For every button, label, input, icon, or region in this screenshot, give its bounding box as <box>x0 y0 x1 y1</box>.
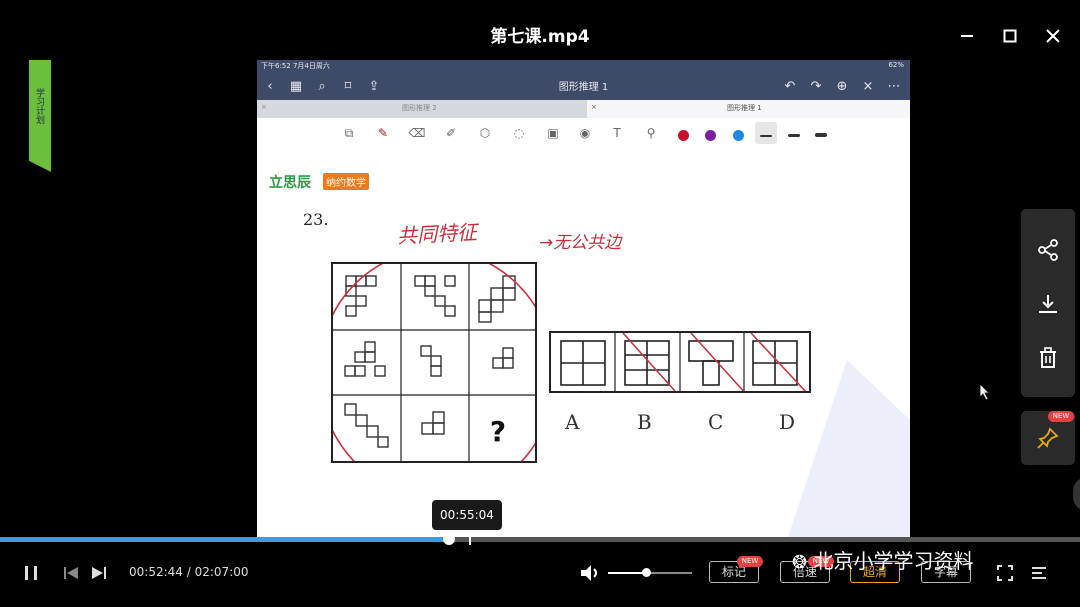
fullscreen-icon <box>997 565 1013 581</box>
question-number: 23. <box>303 210 329 229</box>
battery-level: 62% <box>888 61 904 69</box>
volume-icon <box>581 565 597 581</box>
puzzle-figures: ? <box>318 249 556 499</box>
tab-inactive-label: 图形推理 2 <box>402 104 437 112</box>
answer-options <box>549 331 811 396</box>
tab-active: × 图形推理 1 <box>587 100 910 118</box>
seek-hover-marker <box>468 533 471 545</box>
volume-level <box>608 572 646 574</box>
study-plan-label: 学习计划 <box>34 88 44 124</box>
download-icon <box>1039 295 1057 313</box>
study-plan-tab[interactable]: 学习计划 <box>29 60 51 172</box>
option-figures <box>560 332 808 396</box>
option-d-label: D <box>779 410 796 434</box>
more-icon: ⋯ <box>887 78 901 94</box>
pause-button[interactable] <box>20 562 42 584</box>
handwritten-note-2: →无公共边 <box>539 233 622 253</box>
add-page-icon: ⊕ <box>836 78 848 94</box>
seek-handle[interactable] <box>443 533 456 545</box>
total-time: 02:07:00 <box>194 565 249 579</box>
seek-preview-time: 00:55:04 <box>432 500 502 530</box>
minimize-button[interactable] <box>955 24 979 48</box>
share-button[interactable] <box>1021 225 1075 275</box>
brand-tag: 纳约数学 <box>323 173 369 190</box>
delete-button[interactable] <box>1021 333 1075 383</box>
brush-icon: ⚲ <box>646 126 656 140</box>
close-doc-icon: × <box>862 78 874 94</box>
fullscreen-button[interactable] <box>994 562 1016 584</box>
watermark: ❂ 北京小学学习资料 <box>792 545 973 574</box>
watermark-text: 北京小学学习资料 <box>813 549 974 573</box>
playlist-icon <box>1032 567 1046 579</box>
minimize-icon <box>961 35 973 37</box>
current-time: 00:52:44 <box>129 565 183 579</box>
side-scroll-button[interactable] <box>1073 477 1080 511</box>
undo-icon: ↶ <box>784 78 796 94</box>
pen-toolbar: ⧉ ✎ ⌫ ✐ ⬡ ◌ ▣ ◉ T ⚲ <box>257 118 910 148</box>
note-app-navbar: ‹ ▦ ⌕ ⌑ ⇪ 图形推理 1 ↶ ↷ ⊕ × ⋯ <box>257 72 910 100</box>
close-button[interactable] <box>1041 24 1065 48</box>
wechat-icon: ❂ <box>792 552 808 573</box>
time-display: 00:52:44 / 02:07:00 <box>129 565 249 579</box>
tab-close-icon: × <box>261 103 267 111</box>
image-icon: ▣ <box>547 126 559 140</box>
playlist-button[interactable] <box>1028 562 1050 584</box>
medium-line-icon <box>788 134 800 137</box>
next-icon <box>92 567 106 579</box>
share-icon <box>1038 239 1058 261</box>
select-icon: ⧉ <box>344 125 354 140</box>
pin-new-badge: NEW <box>1048 411 1074 422</box>
tab-inactive: × 图形推理 2 <box>257 100 587 118</box>
time-separator: / <box>186 565 191 579</box>
camera-icon: ◉ <box>579 126 591 140</box>
handwritten-note-1: 共同特征 <box>396 219 478 249</box>
lasso-icon: ◌ <box>513 126 525 140</box>
eraser-icon: ⌫ <box>408 126 426 140</box>
tab-active-label: 图形推理 1 <box>727 104 762 112</box>
window-title: 第七课.mp4 <box>490 27 590 47</box>
next-button[interactable] <box>89 562 109 584</box>
red-pen-swatch <box>678 130 689 141</box>
blue-pen-swatch <box>733 130 744 141</box>
document-tabs: × 图形推理 2 × 图形推理 1 <box>257 100 910 118</box>
tab-close-icon: × <box>591 103 597 111</box>
option-b-label: B <box>637 410 652 434</box>
maximize-button[interactable] <box>998 24 1022 48</box>
trash-icon <box>1040 347 1056 368</box>
text-icon: T <box>613 126 621 140</box>
shapes-icon: ⬡ <box>479 126 491 140</box>
puzzle-grid: ? <box>318 249 556 499</box>
thin-line-icon <box>760 135 772 137</box>
thick-line-icon <box>815 133 827 137</box>
option-c-label: C <box>708 410 724 434</box>
previous-icon <box>64 567 78 579</box>
bookmark-new-badge: NEW <box>737 556 763 567</box>
download-button[interactable] <box>1021 279 1075 329</box>
pen-icon: ✎ <box>377 126 389 140</box>
volume-handle[interactable] <box>641 568 651 577</box>
seek-bar-progress <box>0 537 450 542</box>
video-frame[interactable]: 下午6:52 7月4日周六 62% ‹ ▦ ⌕ ⌑ ⇪ 图形推理 1 ↶ ↷ ⊕… <box>257 60 910 540</box>
thin-line-selected <box>755 122 777 144</box>
pin-icon <box>1037 427 1059 449</box>
highlighter-icon: ✐ <box>445 126 457 140</box>
question-mark: ? <box>490 415 506 448</box>
pause-icon <box>25 566 37 580</box>
redo-icon: ↷ <box>810 78 822 94</box>
option-a-label: A <box>565 410 580 434</box>
status-time: 下午6:52 7月4日周六 <box>261 62 330 70</box>
close-icon <box>1046 29 1060 43</box>
purple-pen-swatch <box>705 130 716 141</box>
previous-button[interactable] <box>61 562 81 584</box>
brand-logo: 立思辰 <box>269 175 311 191</box>
tablet-status-bar: 下午6:52 7月4日周六 62% <box>257 60 910 72</box>
volume-button[interactable] <box>578 562 602 584</box>
mouse-cursor-icon <box>979 383 990 401</box>
maximize-icon <box>1003 29 1017 43</box>
